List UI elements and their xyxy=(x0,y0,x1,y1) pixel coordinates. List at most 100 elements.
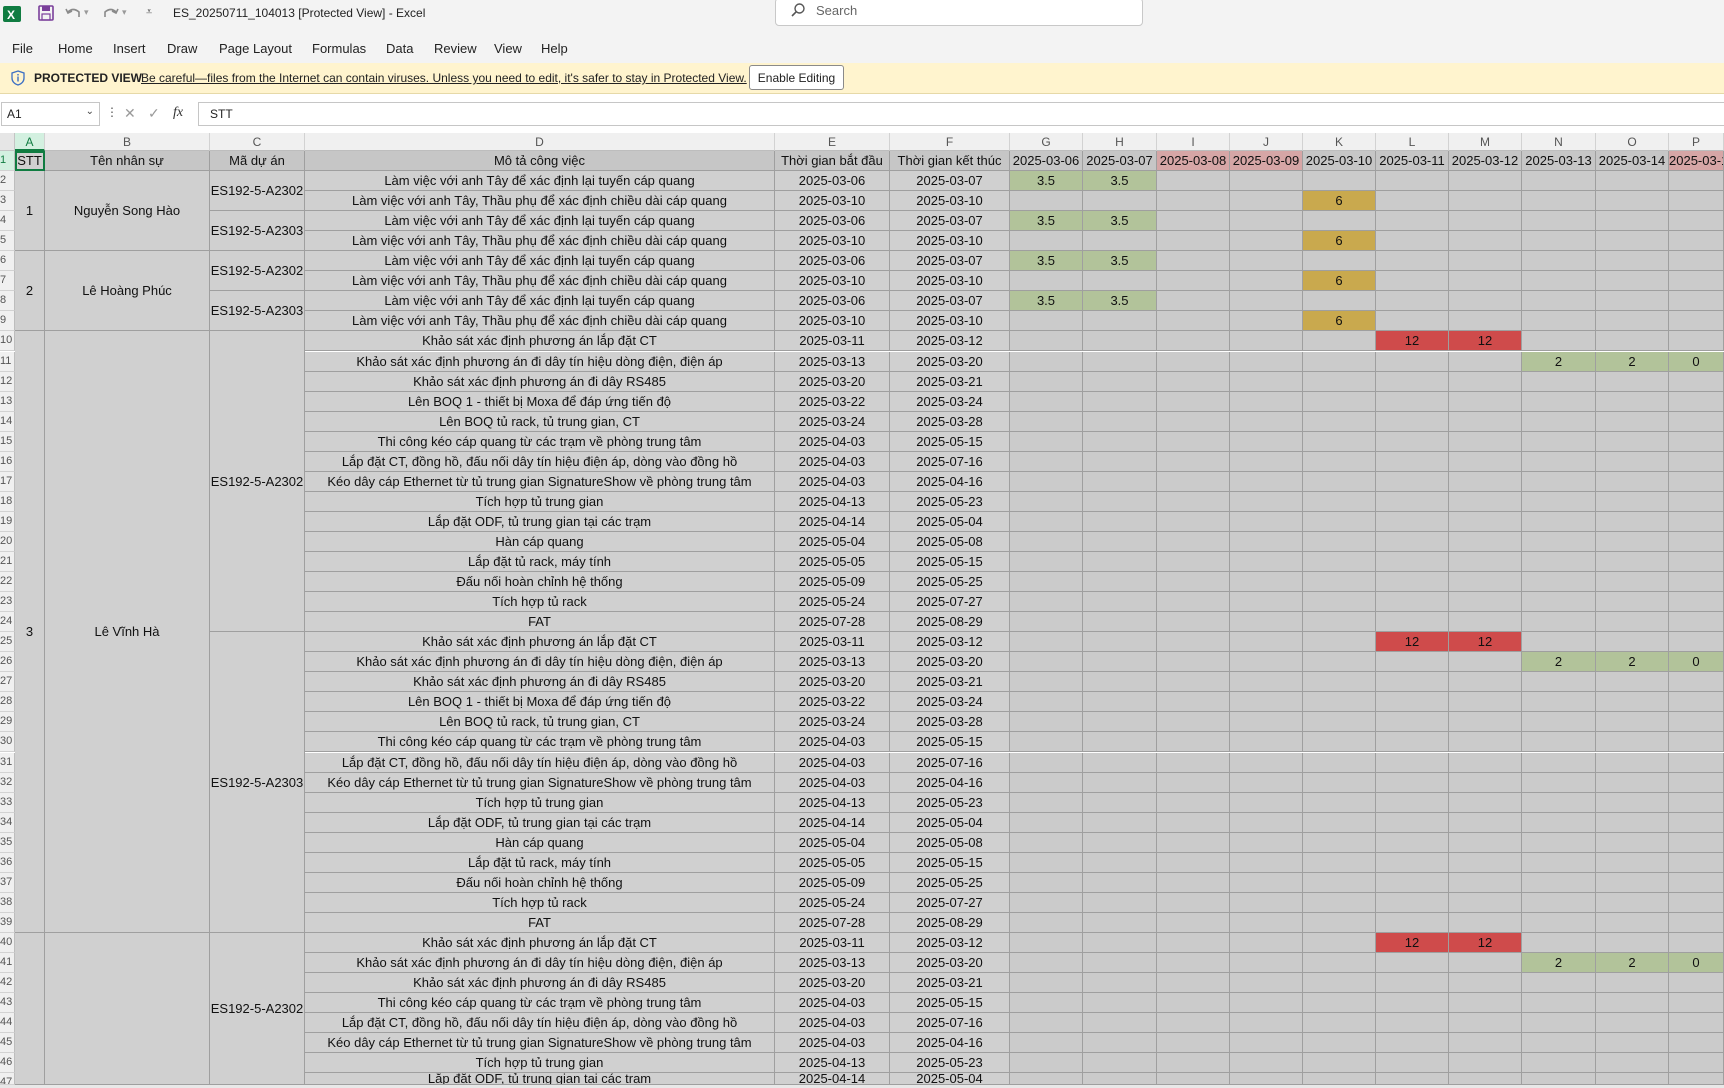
task-description-cell[interactable]: Làm việc với anh Tây để xác định lại tuy… xyxy=(305,251,775,272)
row-header[interactable]: 13 xyxy=(0,391,15,412)
chevron-down-icon[interactable]: ⌄ xyxy=(86,106,94,117)
end-date-cell[interactable]: 2025-08-29 xyxy=(890,912,1010,933)
gantt-cell[interactable] xyxy=(1303,772,1376,793)
gantt-cell[interactable] xyxy=(1230,391,1303,412)
end-date-cell[interactable]: 2025-05-08 xyxy=(890,531,1010,552)
gantt-cell[interactable] xyxy=(1376,772,1449,793)
gantt-cell[interactable] xyxy=(1157,752,1230,773)
task-description-cell[interactable]: Khảo sát xác định phương án lắp đặt CT xyxy=(305,932,775,953)
gantt-cell[interactable] xyxy=(1522,752,1596,773)
gantt-cell[interactable] xyxy=(1157,732,1230,753)
gantt-cell[interactable] xyxy=(1157,852,1230,873)
gantt-cell[interactable] xyxy=(1230,351,1303,372)
start-date-cell[interactable]: 2025-05-24 xyxy=(775,592,890,613)
row-header[interactable]: 31 xyxy=(0,752,15,773)
end-date-cell[interactable]: 2025-03-12 xyxy=(890,331,1010,352)
gantt-cell[interactable] xyxy=(1449,792,1522,813)
gantt-cell[interactable] xyxy=(1083,632,1157,653)
gantt-bar-cell[interactable]: 0 xyxy=(1669,351,1724,372)
row-header[interactable]: 36 xyxy=(0,852,15,873)
gantt-cell[interactable] xyxy=(1230,953,1303,974)
gantt-cell[interactable] xyxy=(1669,391,1724,412)
gantt-cell[interactable] xyxy=(1303,1073,1376,1085)
task-description-cell[interactable]: Khảo sát xác định phương án lắp đặt CT xyxy=(305,331,775,352)
gantt-cell[interactable] xyxy=(1230,411,1303,432)
end-date-cell[interactable]: 2025-05-15 xyxy=(890,993,1010,1014)
gantt-cell[interactable] xyxy=(1230,632,1303,653)
start-date-cell[interactable]: 2025-04-03 xyxy=(775,451,890,472)
gantt-cell[interactable] xyxy=(1010,993,1083,1014)
gantt-cell[interactable] xyxy=(1010,552,1083,573)
gantt-bar-cell[interactable]: 3.5 xyxy=(1010,251,1083,272)
gantt-cell[interactable] xyxy=(1230,431,1303,452)
gantt-cell[interactable] xyxy=(1083,391,1157,412)
gantt-cell[interactable] xyxy=(1083,592,1157,613)
gantt-cell[interactable] xyxy=(1157,391,1230,412)
gantt-cell[interactable] xyxy=(1669,832,1724,853)
gantt-cell[interactable] xyxy=(1303,171,1376,192)
gantt-cell[interactable] xyxy=(1376,231,1449,252)
gantt-cell[interactable] xyxy=(1083,271,1157,292)
start-date-cell[interactable]: 2025-04-14 xyxy=(775,1073,890,1085)
gantt-cell[interactable] xyxy=(1083,692,1157,713)
end-date-cell[interactable]: 2025-03-20 xyxy=(890,652,1010,673)
gantt-cell[interactable] xyxy=(1010,872,1083,893)
gantt-cell[interactable] xyxy=(1376,552,1449,573)
start-date-cell[interactable]: 2025-03-10 xyxy=(775,231,890,252)
row-header[interactable]: 11 xyxy=(0,351,15,372)
gantt-cell[interactable] xyxy=(1669,171,1724,192)
gantt-cell[interactable] xyxy=(1596,852,1669,873)
task-description-cell[interactable]: Làm việc với anh Tây để xác định lại tuy… xyxy=(305,211,775,232)
gantt-cell[interactable] xyxy=(1303,1013,1376,1034)
gantt-cell[interactable] xyxy=(1669,231,1724,252)
start-date-cell[interactable]: 2025-04-03 xyxy=(775,993,890,1014)
header-cell[interactable]: STT xyxy=(15,151,45,172)
end-date-cell[interactable]: 2025-05-04 xyxy=(890,511,1010,532)
gantt-bar-cell[interactable]: 3.5 xyxy=(1083,251,1157,272)
row-header[interactable]: 15 xyxy=(0,431,15,452)
project-code-cell[interactable]: ES192-5-A2303 xyxy=(210,632,305,933)
gantt-cell[interactable] xyxy=(1010,772,1083,793)
gantt-cell[interactable] xyxy=(1303,652,1376,673)
gantt-cell[interactable] xyxy=(1522,271,1596,292)
header-cell[interactable]: Tên nhân sự xyxy=(45,151,210,172)
gantt-cell[interactable] xyxy=(1157,572,1230,593)
gantt-cell[interactable] xyxy=(1522,531,1596,552)
gantt-cell[interactable] xyxy=(1522,712,1596,733)
gantt-cell[interactable] xyxy=(1522,311,1596,332)
task-description-cell[interactable]: Kéo dây cáp Ethernet từ tủ trung gian Si… xyxy=(305,1033,775,1054)
row-header[interactable]: 47 xyxy=(0,1073,15,1085)
gantt-cell[interactable] xyxy=(1596,712,1669,733)
gantt-cell[interactable] xyxy=(1303,812,1376,833)
row-header[interactable]: 19 xyxy=(0,511,15,532)
gantt-cell[interactable] xyxy=(1083,231,1157,252)
end-date-cell[interactable]: 2025-04-16 xyxy=(890,1033,1010,1054)
employee-name-cell[interactable] xyxy=(45,932,210,1085)
gantt-cell[interactable] xyxy=(1449,251,1522,272)
gantt-cell[interactable] xyxy=(1010,431,1083,452)
task-description-cell[interactable]: Lên BOQ 1 - thiết bị Moxa để đáp ứng tiế… xyxy=(305,692,775,713)
gantt-cell[interactable] xyxy=(1010,672,1083,693)
row-header[interactable]: 37 xyxy=(0,872,15,893)
task-description-cell[interactable]: Khảo sát xác định phương án đi dây tín h… xyxy=(305,953,775,974)
gantt-cell[interactable] xyxy=(1010,732,1083,753)
gantt-cell[interactable] xyxy=(1230,531,1303,552)
gantt-cell[interactable] xyxy=(1157,712,1230,733)
row-header[interactable]: 45 xyxy=(0,1033,15,1054)
gantt-cell[interactable] xyxy=(1230,832,1303,853)
gantt-cell[interactable] xyxy=(1010,953,1083,974)
gantt-cell[interactable] xyxy=(1157,431,1230,452)
gantt-cell[interactable] xyxy=(1230,311,1303,332)
gantt-cell[interactable] xyxy=(1010,632,1083,653)
gantt-cell[interactable] xyxy=(1303,552,1376,573)
gantt-cell[interactable] xyxy=(1596,331,1669,352)
column-header-e[interactable]: E xyxy=(775,133,890,151)
gantt-cell[interactable] xyxy=(1522,592,1596,613)
end-date-cell[interactable]: 2025-03-24 xyxy=(890,391,1010,412)
gantt-cell[interactable] xyxy=(1230,792,1303,813)
end-date-cell[interactable]: 2025-07-27 xyxy=(890,592,1010,613)
gantt-bar-cell[interactable]: 0 xyxy=(1669,652,1724,673)
row-header[interactable]: 7 xyxy=(0,271,15,292)
task-description-cell[interactable]: Kéo dây cáp Ethernet từ tủ trung gian Si… xyxy=(305,772,775,793)
column-header-o[interactable]: O xyxy=(1596,133,1669,151)
